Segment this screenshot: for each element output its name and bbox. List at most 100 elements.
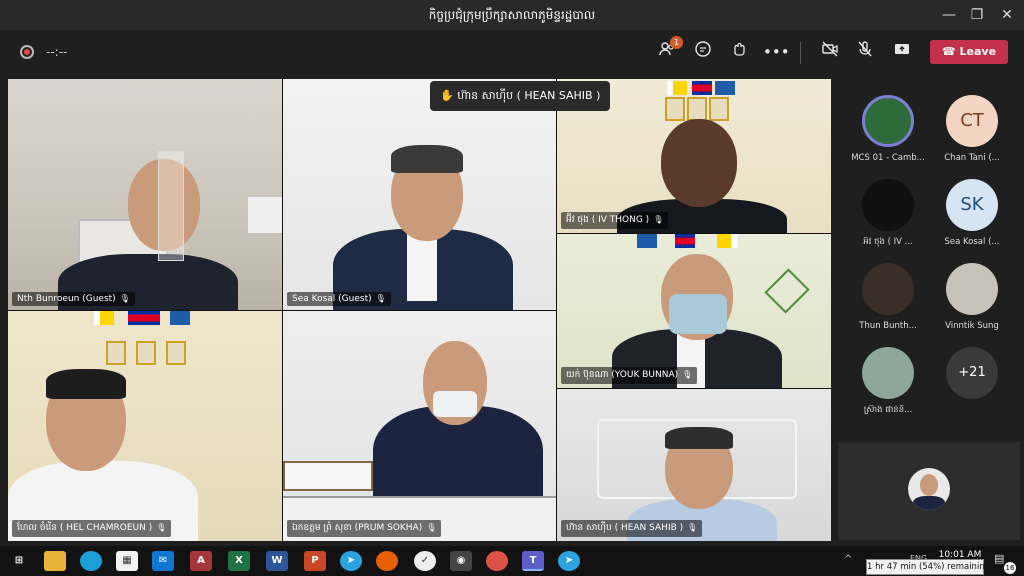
roster-item[interactable]: អ៊ីវ ថុង ( IV ... — [846, 179, 930, 259]
royal-portrait — [665, 97, 685, 121]
video-tile[interactable]: ហ៊ាន សាហ៊ីប ( HEAN SAHIB ) 🎙 — [557, 389, 831, 541]
meeting-toolbar: --:-- 1 ••• ☎ Leave — [0, 30, 1024, 74]
face-mask — [433, 391, 477, 417]
chat-icon[interactable] — [691, 40, 715, 64]
roster-item[interactable]: Vinntik Sung — [930, 263, 1014, 343]
participant-label: ហែល ចំរើន ( HEL CHAMROEUN ) 🎙 — [12, 520, 172, 537]
excel-icon[interactable]: X — [228, 551, 250, 571]
hair — [46, 369, 126, 399]
roster-name: Sea Kosal (... — [944, 237, 1000, 247]
participant-label: ហ៊ាន សាហ៊ីប ( HEAN SAHIB ) 🎙 — [561, 520, 703, 537]
roster-item[interactable]: ស្រ៊ាង ផាន់និ... — [846, 347, 930, 427]
nameplate — [283, 461, 373, 491]
title-bar: កិច្ចប្រជុំក្រុមប្រឹក្សាសាលាភូមិន្ទរដ្ឋប… — [0, 0, 1024, 30]
avatar — [862, 263, 914, 315]
window-title: កិច្ចប្រជុំក្រុមប្រឹក្សាសាលាភូមិន្ទរដ្ឋប… — [428, 8, 596, 22]
raised-hand-label: ហ៊ាន សាហ៊ីប ( HEAN SAHIB ) — [457, 89, 601, 102]
video-tile[interactable]: ឯកឧត្តម ព្រំ សុខា (PRUM SOKHA) 🎙 — [283, 311, 556, 541]
avatar — [862, 179, 914, 231]
video-tile[interactable]: យក់ ប៊ុនណា (YOUK BUNNA) 🎙 — [557, 234, 831, 388]
telegram-icon[interactable]: ➤ — [558, 551, 580, 571]
air-conditioner — [248, 197, 282, 233]
flag-icon — [675, 234, 695, 248]
royal-portrait — [136, 341, 156, 365]
roster-item[interactable]: Thun Bunth... — [846, 263, 930, 343]
mail-icon[interactable]: ✉ — [152, 551, 174, 571]
flag-icon — [667, 81, 687, 95]
participant-label: Nth Bunroeun (Guest) 🎙 — [12, 292, 135, 306]
flag-icon — [170, 311, 190, 325]
pinned-app-icon[interactable]: ✓ — [414, 551, 436, 571]
share-screen-icon[interactable] — [890, 40, 914, 64]
royal-portrait — [687, 97, 707, 121]
participants-badge: 1 — [670, 36, 683, 49]
mic-muted-icon: 🎙 — [687, 523, 698, 532]
chrome-icon[interactable] — [486, 551, 508, 571]
shirt — [407, 231, 437, 301]
minimize-button[interactable]: — — [936, 4, 962, 26]
leave-label: Leave — [959, 45, 997, 58]
telegram-icon[interactable]: ➤ — [340, 551, 362, 571]
windows-start-icon[interactable]: ⊞ — [8, 551, 30, 571]
flag-icon — [94, 311, 114, 325]
access-icon[interactable]: A — [190, 551, 212, 571]
roster-item[interactable]: SK Sea Kosal (... — [930, 179, 1014, 259]
tray-chevron-icon[interactable]: ^ — [844, 554, 852, 565]
roster-item[interactable]: MCS 01 - Camb... — [846, 95, 930, 175]
roster-name: អ៊ីវ ថុង ( IV ... — [863, 237, 913, 247]
roster-name: Chan Tani (... — [944, 153, 1000, 163]
flag-icon — [715, 81, 735, 95]
raised-hand-banner: ✋ ហ៊ាន សាហ៊ីប ( HEAN SAHIB ) — [430, 81, 611, 111]
video-tile[interactable]: Nth Bunroeun (Guest) 🎙 — [8, 79, 282, 310]
face-shield — [158, 151, 184, 261]
notification-count: 16 — [1004, 562, 1016, 574]
recording-icon — [20, 45, 34, 59]
word-icon[interactable]: W — [266, 551, 288, 571]
hair — [391, 145, 463, 173]
firefox-icon[interactable] — [376, 551, 398, 571]
flag-icon — [692, 81, 712, 95]
camera-app-icon[interactable]: ◉ — [450, 551, 472, 571]
restore-button[interactable]: ❐ — [964, 4, 990, 26]
meeting-timer: --:-- — [46, 45, 68, 59]
raise-hand-icon: ✋ — [440, 89, 458, 102]
participant-label: អ៊ីវ ថុង ( IV THONG ) 🎙 — [561, 212, 669, 229]
mic-muted-icon: 🎙 — [426, 523, 437, 532]
store-icon[interactable]: ▦ — [116, 551, 138, 571]
roster-item[interactable]: CT Chan Tani (... — [930, 95, 1014, 175]
mic-muted-icon: 🎙 — [653, 215, 664, 224]
avatar — [862, 347, 914, 399]
more-options-icon[interactable]: ••• — [763, 40, 790, 64]
phone-hangup-icon: ☎ — [941, 45, 960, 58]
more-participants-button[interactable]: +21 — [930, 347, 1014, 427]
powerpoint-icon[interactable]: P — [304, 551, 326, 571]
flag-icon — [717, 234, 737, 248]
toolbar-divider — [800, 42, 801, 64]
hair — [665, 427, 733, 449]
participants-icon[interactable]: 1 — [655, 36, 683, 64]
participant-label: យក់ ប៊ុនណា (YOUK BUNNA) 🎙 — [561, 367, 698, 384]
file-explorer-icon[interactable] — [44, 551, 66, 571]
mic-muted-icon: 🎙 — [156, 523, 167, 532]
camera-off-icon[interactable] — [818, 40, 842, 64]
battery-tooltip: 1 hr 47 min (54%) remaining — [866, 559, 990, 575]
video-tile[interactable]: ហែល ចំរើន ( HEL CHAMROEUN ) 🎙 — [8, 311, 282, 541]
roster-name: Vinntik Sung — [945, 321, 999, 331]
teams-icon[interactable]: T — [522, 551, 544, 571]
mic-off-icon[interactable] — [853, 40, 877, 64]
mic-muted-icon: 🎙 — [682, 370, 693, 379]
avatar-initials: SK — [946, 179, 998, 231]
video-stage: Nth Bunroeun (Guest) 🎙 Sea Kosal (Guest) 🎙… — [8, 79, 831, 541]
participant-label: ឯកឧត្តម ព្រំ សុខា (PRUM SOKHA) 🎙 — [287, 520, 442, 537]
self-view[interactable] — [838, 442, 1020, 540]
close-button[interactable]: ✕ — [994, 4, 1020, 26]
leave-button[interactable]: ☎ Leave — [930, 40, 1008, 64]
reactions-icon[interactable] — [727, 40, 751, 64]
mic-muted-icon: 🎙 — [375, 294, 386, 303]
flag-icon — [637, 234, 657, 248]
royal-portrait — [709, 97, 729, 121]
edge-icon[interactable] — [80, 551, 102, 571]
avatar — [862, 95, 914, 147]
flag-icon — [128, 311, 160, 325]
video-tile[interactable]: Sea Kosal (Guest) 🎙 — [283, 79, 556, 310]
